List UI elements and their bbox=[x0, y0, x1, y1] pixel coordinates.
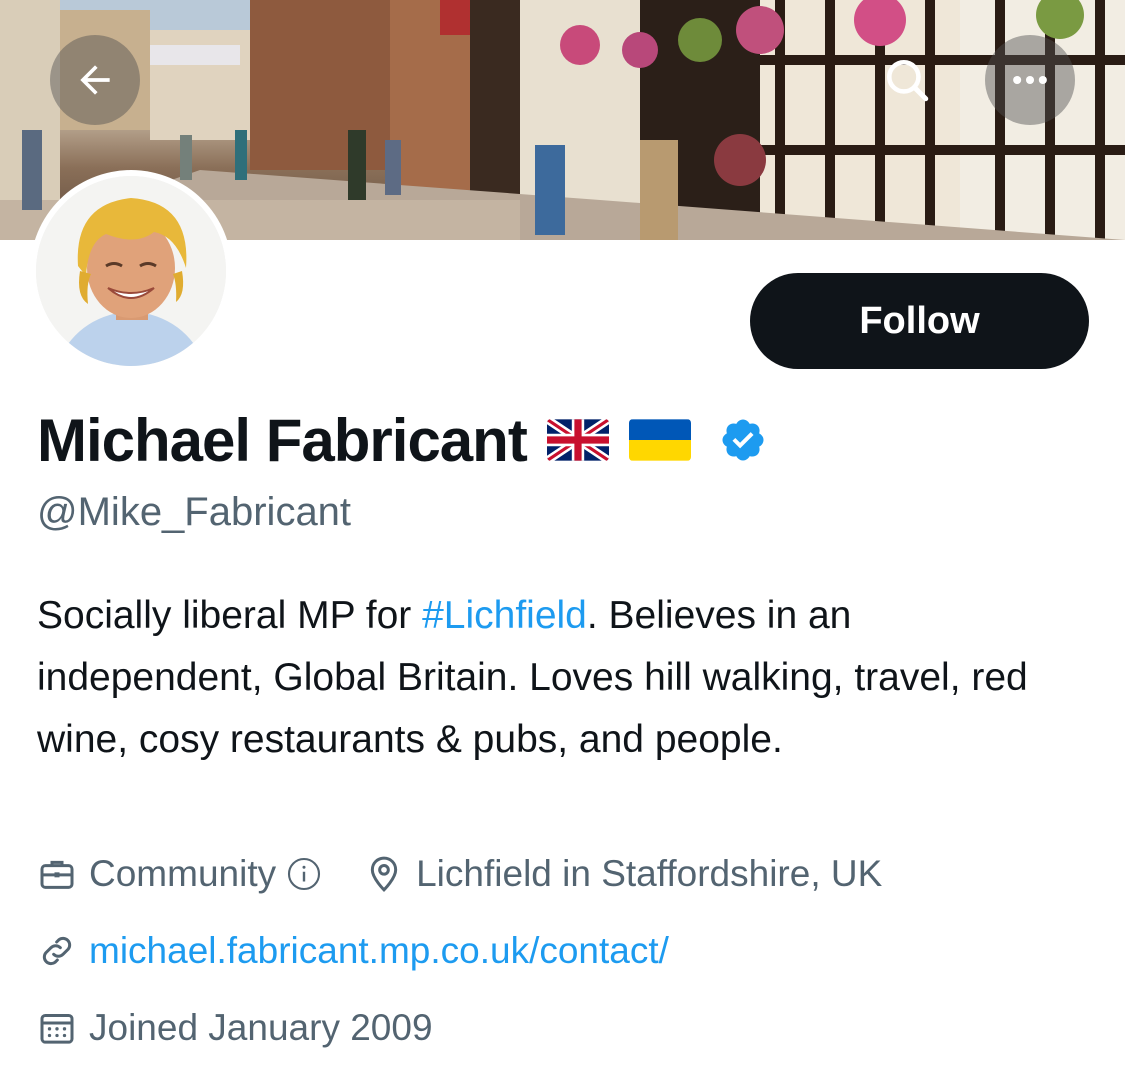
website-row: michael.fabricant.mp.co.uk/contact/ bbox=[37, 930, 669, 972]
bio-hashtag-link[interactable]: #Lichfield bbox=[422, 594, 587, 637]
follow-button[interactable]: Follow bbox=[750, 273, 1089, 369]
follow-label: Follow bbox=[859, 299, 980, 342]
briefcase-icon bbox=[40, 860, 74, 889]
location-pin-icon bbox=[370, 856, 398, 892]
location-item: Lichfield in Staffordshire, UK bbox=[364, 853, 882, 895]
joined-row: Joined January 2009 bbox=[37, 1007, 433, 1049]
category-item: Community bbox=[37, 853, 322, 895]
more-options-button[interactable] bbox=[985, 35, 1075, 125]
category-label: Community bbox=[89, 853, 277, 894]
website-link[interactable]: michael.fabricant.mp.co.uk/contact/ bbox=[89, 930, 669, 972]
arrow-left-icon bbox=[80, 65, 110, 95]
link-icon bbox=[42, 936, 72, 966]
ukraine-flag-icon bbox=[628, 419, 691, 461]
avatar-photo bbox=[36, 176, 226, 366]
profile-avatar[interactable] bbox=[30, 170, 232, 372]
profile-meta-row: Community Lichfield in Staffordshire, UK bbox=[37, 853, 882, 895]
search-button[interactable] bbox=[862, 35, 952, 125]
profile-bio: Socially liberal MP for #Lichfield. Beli… bbox=[37, 585, 1037, 771]
joined-date: Joined January 2009 bbox=[89, 1007, 433, 1048]
display-name: Michael Fabricant bbox=[37, 406, 528, 474]
united-kingdom-flag-icon bbox=[546, 419, 609, 461]
location-label: Lichfield in Staffordshire, UK bbox=[416, 853, 883, 894]
profile-handle: @Mike_Fabricant bbox=[37, 490, 352, 534]
search-icon bbox=[887, 60, 929, 102]
bio-text-before: Socially liberal MP for bbox=[37, 594, 423, 637]
info-icon[interactable] bbox=[286, 856, 322, 892]
more-horizontal-icon bbox=[1013, 75, 1047, 85]
back-button[interactable] bbox=[50, 35, 140, 125]
calendar-icon bbox=[40, 1013, 74, 1044]
verified-badge-icon[interactable] bbox=[719, 416, 767, 464]
display-name-row: Michael Fabricant bbox=[37, 400, 767, 480]
